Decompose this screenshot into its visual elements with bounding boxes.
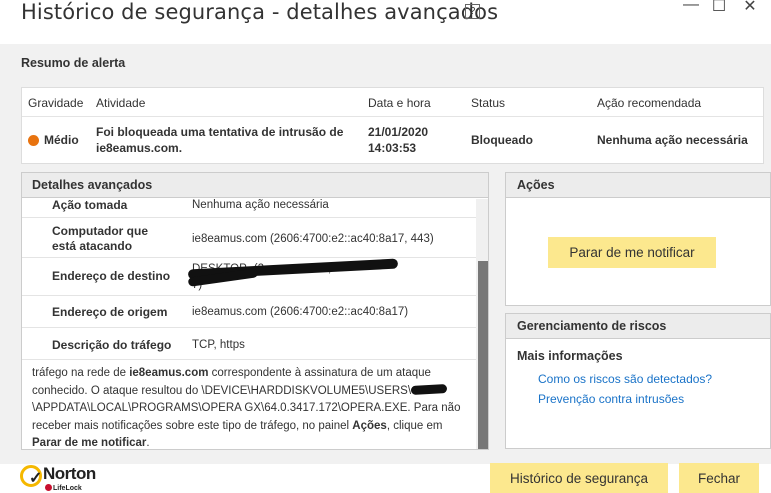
norton-check-icon: ✓ [20, 465, 42, 487]
norton-logo: ✓ Norton LifeLock [20, 464, 110, 493]
detail-key: Endereço de origem [52, 305, 168, 319]
alert-summary-table: Gravidade Atividade Data e hora Status A… [21, 87, 764, 164]
traffic-description-text: tráfego na rede de ie8eamus.com correspo… [32, 365, 470, 449]
redaction-mark [410, 383, 448, 395]
column-header-recommended-action: Ação recomendada [597, 96, 702, 110]
advanced-details-panel: Detalhes avançados Ação tomada Nenhuma a… [21, 172, 489, 450]
activity-line-2: ie8eamus.com. [96, 141, 183, 155]
risk-management-panel: Gerenciamento de riscos Mais informações… [505, 313, 771, 449]
logo-name: Norton [43, 464, 96, 483]
window-title: Histórico de segurança - detalhes avança… [21, 0, 499, 24]
severity-value: Médio [44, 133, 79, 147]
actions-header: Ações [506, 173, 770, 198]
description-domain: ie8eamus.com [129, 367, 209, 379]
column-header-severity: Gravidade [28, 96, 84, 110]
maximize-icon[interactable]: ☐ [710, 0, 728, 16]
detail-key: Endereço de destino [52, 269, 171, 283]
title-bar: Histórico de segurança - detalhes avança… [0, 0, 771, 44]
detail-value: ie8eamus.com (2606:4700:e2::ac40:8a17) [192, 306, 409, 318]
severity-dot-icon [28, 135, 39, 146]
description-part: , clique em [386, 419, 443, 432]
logo-sub: LifeLock [45, 484, 82, 492]
actions-panel: Ações Parar de me notificar [505, 172, 771, 306]
alert-table-header: Gravidade Atividade Data e hora Status A… [22, 88, 763, 117]
date-value: 21/01/2020 [368, 125, 429, 139]
more-info-heading: Mais informações [517, 349, 623, 363]
advanced-details-header: Detalhes avançados [22, 173, 488, 198]
detail-value: ie8eamus.com (2606:4700:e2::ac40:8a17, 4… [192, 233, 434, 245]
intrusion-prevention-link[interactable]: Prevenção contra intrusões [538, 392, 684, 406]
column-header-status: Status [471, 96, 506, 110]
detail-key: Descrição do tráfego [52, 338, 172, 352]
security-history-button[interactable]: Histórico de segurança [490, 463, 668, 493]
lifelock-dot-icon [45, 484, 52, 491]
detail-row-origin-address: Endereço de origem ie8eamus.com (2606:47… [22, 296, 476, 328]
detail-key-line-1: Computador que [52, 224, 148, 238]
detail-key: Ação tomada [52, 198, 128, 212]
help-icon[interactable]: ? [465, 4, 480, 19]
description-part: . [146, 437, 150, 449]
close-icon[interactable]: ✕ [741, 0, 759, 16]
alert-summary-label: Resumo de alerta [21, 56, 126, 70]
column-header-activity: Atividade [96, 96, 146, 110]
close-button[interactable]: Fechar [679, 463, 759, 493]
how-risks-detected-link[interactable]: Como os riscos são detectados? [538, 372, 712, 386]
description-actions-ref: Ações [352, 419, 387, 432]
activity-line-1: Foi bloqueada uma tentativa de intrusão … [96, 125, 344, 139]
detail-row-traffic-description: Descrição do tráfego TCP, https [22, 328, 476, 360]
detail-row-destination-address: Endereço de destino DESKTOP- (2 :: aee::… [22, 258, 476, 296]
detail-value: Nenhuma ação necessária [192, 199, 329, 211]
description-part: tráfego na rede de [32, 367, 130, 379]
column-header-datetime: Data e hora [368, 96, 431, 110]
risk-management-header: Gerenciamento de riscos [506, 314, 770, 339]
status-value: Bloqueado [471, 133, 533, 147]
scrollbar-thumb[interactable] [478, 261, 488, 449]
logo-sub-text: LifeLock [53, 485, 82, 492]
time-value: 14:03:53 [368, 141, 417, 155]
recommended-action-value: Nenhuma ação necessária [597, 133, 748, 147]
detail-row-action-taken: Ação tomada Nenhuma ação necessária [22, 198, 476, 218]
stop-notifying-button[interactable]: Parar de me notificar [548, 237, 716, 268]
detail-row-attacking-computer: Computador que está atacando ie8eamus.co… [22, 218, 476, 258]
detail-key-line-2: está atacando [52, 239, 133, 253]
detail-value: TCP, https [192, 339, 245, 351]
minimize-icon[interactable]: — [682, 0, 700, 14]
description-stop-ref: Parar de me notificar [32, 437, 147, 449]
